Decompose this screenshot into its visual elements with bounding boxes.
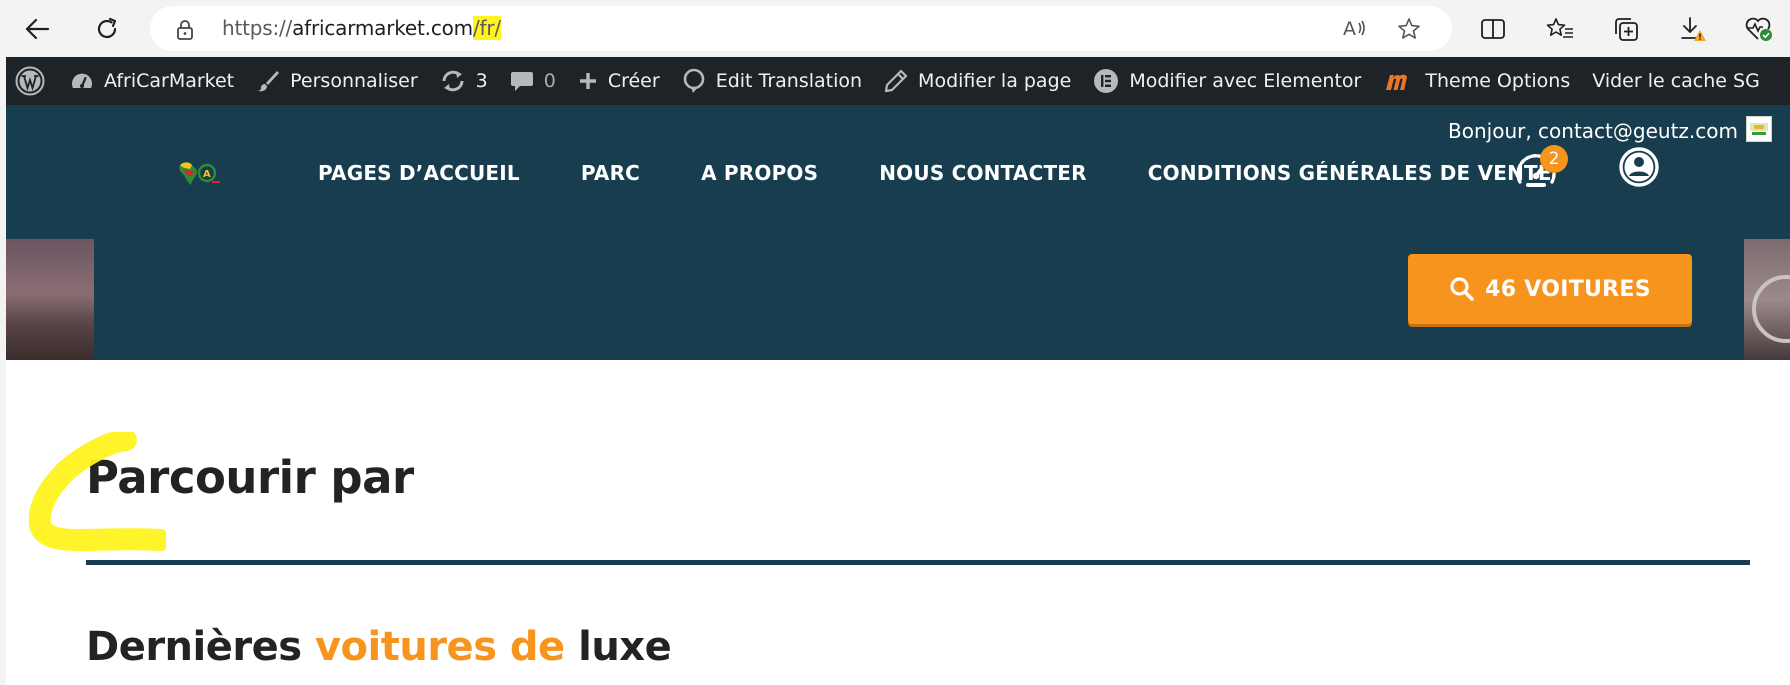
latest-heading-part2: luxe	[564, 624, 672, 670]
site-logo[interactable]: A	[176, 159, 222, 189]
updates-link[interactable]: 3	[429, 57, 499, 105]
nav-item-home-pages[interactable]: PAGES D’ACCUEIL	[318, 161, 520, 185]
nav-item-parc[interactable]: PARC	[581, 161, 640, 185]
page-content: Parcourir par Dernières voitures de luxe	[6, 360, 1790, 685]
elementor-icon	[1093, 68, 1119, 94]
updates-icon	[440, 69, 466, 93]
edit-elementor-link[interactable]: Modifier avec Elementor	[1082, 57, 1372, 105]
translate-icon	[682, 68, 706, 94]
svg-text:A: A	[1343, 18, 1356, 39]
refresh-icon[interactable]	[90, 12, 124, 46]
dashboard-icon	[70, 70, 94, 92]
address-bar[interactable]: https://africarmarket.com/fr/ A	[150, 6, 1452, 51]
favorites-icon[interactable]	[1543, 12, 1577, 46]
create-link[interactable]: Créer	[567, 57, 671, 105]
compare-count-badge: 2	[1540, 145, 1568, 173]
lock-icon[interactable]	[176, 19, 194, 46]
svg-text:A: A	[203, 169, 211, 180]
section-divider	[86, 560, 1750, 565]
updates-count: 3	[475, 70, 488, 92]
latest-heading-accent: voitures de	[314, 624, 565, 670]
search-cars-label: 46 VOITURES	[1485, 276, 1651, 302]
comment-icon	[510, 70, 534, 92]
browser-toolbar: https://africarmarket.com/fr/ A	[0, 0, 1790, 57]
highlighter-scribble	[28, 432, 166, 551]
user-icon[interactable]	[1618, 146, 1660, 188]
url-scheme: https://	[222, 16, 293, 40]
brush-icon	[256, 69, 280, 93]
wp-admin-bar: AfriCarMarket Personnaliser 3 0 Créer Ed…	[6, 57, 1790, 105]
edit-page-link[interactable]: Modifier la page	[873, 57, 1082, 105]
latest-cars-heading: Dernières voitures de luxe	[86, 624, 672, 670]
url-domain: africarmarket.com	[292, 16, 473, 40]
health-icon[interactable]	[1742, 12, 1776, 46]
nav-item-contact[interactable]: NOUS CONTACTER	[879, 161, 1087, 185]
customize-label: Personnaliser	[290, 70, 418, 92]
download-icon[interactable]	[1676, 12, 1710, 46]
nav-item-terms[interactable]: CONDITIONS GÉNÉRALES DE VENTE	[1148, 161, 1552, 185]
edit-translation-label: Edit Translation	[715, 70, 863, 92]
theme-options-icon	[1383, 70, 1415, 92]
site-name-label: AfriCarMarket	[104, 70, 235, 92]
search-cars-button[interactable]: 46 VOITURES	[1408, 254, 1692, 324]
star-icon[interactable]	[1397, 17, 1421, 46]
site-name-link[interactable]: AfriCarMarket	[59, 57, 245, 105]
edit-page-label: Modifier la page	[918, 70, 1072, 92]
search-icon	[1450, 277, 1474, 301]
wordpress-icon[interactable]	[6, 57, 59, 105]
account-avatar[interactable]	[1746, 116, 1772, 142]
url-path-highlighted: /fr/	[472, 16, 501, 40]
clear-cache-label: Vider le cache SG	[1592, 70, 1760, 92]
pencil-icon	[884, 69, 908, 93]
edit-translation-link[interactable]: Edit Translation	[671, 57, 873, 105]
clear-cache-link[interactable]: Vider le cache SG	[1581, 57, 1771, 105]
theme-options-link[interactable]: Theme Options	[1372, 57, 1581, 105]
main-navigation: PAGES D’ACCUEIL PARC A PROPOS NOUS CONTA…	[318, 161, 1613, 185]
plus-icon	[578, 71, 598, 91]
back-arrow-icon[interactable]	[20, 12, 54, 46]
read-aloud-icon[interactable]: A	[1342, 17, 1368, 44]
hero-image-left	[6, 239, 94, 360]
collections-icon[interactable]	[1609, 12, 1643, 46]
greeting-text[interactable]: Bonjour, contact@geutz.com	[1448, 119, 1738, 143]
theme-options-label: Theme Options	[1425, 70, 1571, 92]
create-label: Créer	[607, 70, 660, 92]
split-screen-icon[interactable]	[1476, 12, 1510, 46]
hero-image-right	[1744, 239, 1790, 360]
comments-link[interactable]: 0	[499, 57, 567, 105]
latest-heading-part1: Dernières	[86, 624, 315, 670]
url-text: https://africarmarket.com/fr/	[222, 16, 501, 40]
nav-item-about[interactable]: A PROPOS	[701, 161, 818, 185]
site-header: Bonjour, contact@geutz.com A PAGES D’ACC…	[6, 105, 1790, 360]
comments-count: 0	[543, 70, 556, 92]
edit-elementor-label: Modifier avec Elementor	[1129, 70, 1362, 92]
customize-link[interactable]: Personnaliser	[245, 57, 429, 105]
